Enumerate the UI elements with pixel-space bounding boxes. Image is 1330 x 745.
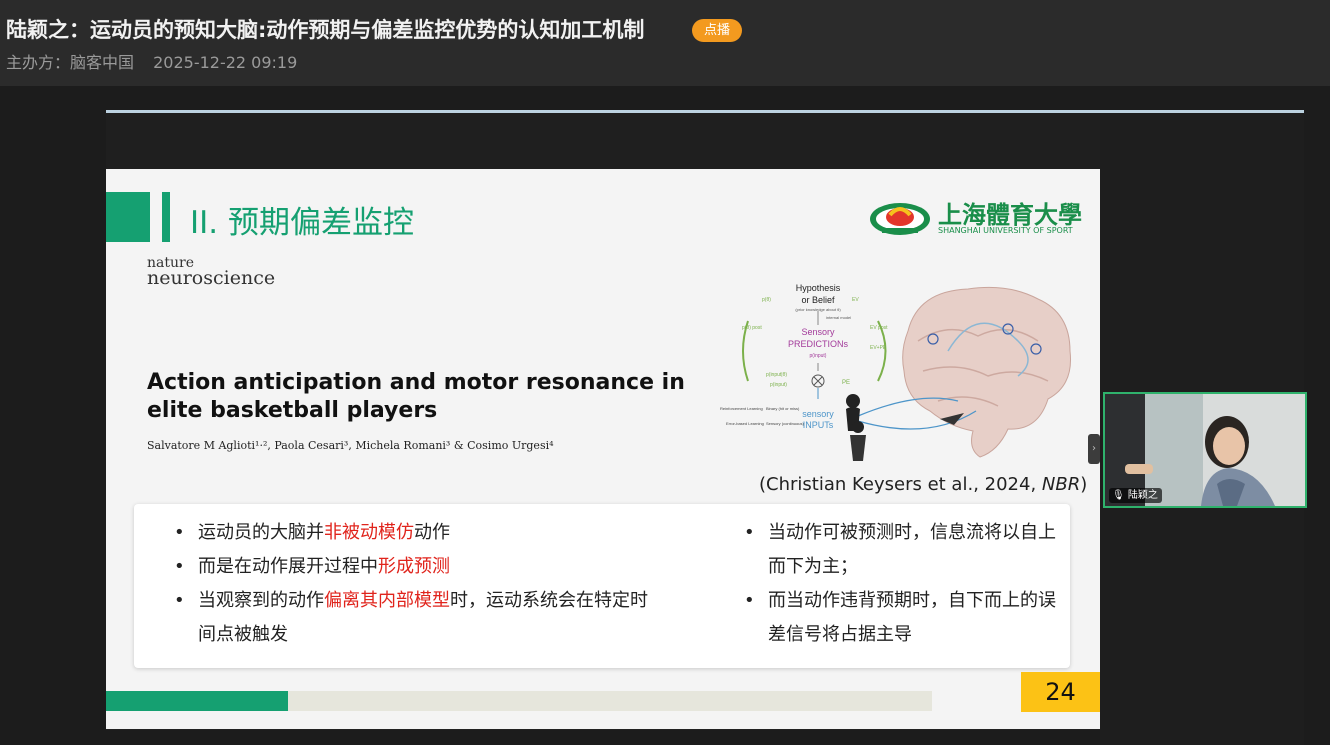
- participant-video-tile[interactable]: 🎙 陆颖之: [1103, 392, 1307, 508]
- figure-sensory-inputs-label: sensory: [802, 409, 834, 419]
- logo-english-text: SHANGHAI UNIVERSITY OF SPORT: [938, 226, 1073, 235]
- stream-datetime: 2025-12-22 09:19: [153, 53, 298, 72]
- title-accent-block: [106, 192, 150, 242]
- figure-pinput-bottom-label: p(input): [770, 382, 787, 388]
- bullet-item: 当观察到的动作偏离其内部模型时，运动系统会在特定时间点被触发: [174, 584, 648, 652]
- bullets-right: 当动作可被预测时，信息流将以自上而下为主； 而当动作违背预期时，自下而上的误差信…: [744, 516, 1060, 652]
- figure-evpost-label: EV post: [870, 325, 888, 331]
- figure-pe-label: PE: [842, 380, 850, 386]
- figure-sensory-label: Sensory: [801, 327, 835, 337]
- stream-meta: 主办方：脑客中国 2025-12-22 09:19: [6, 49, 311, 73]
- observer-silhouette-icon: [846, 394, 860, 408]
- slide-progress-track: [288, 691, 932, 711]
- university-emblem-icon: [870, 203, 930, 235]
- bullets-left: 运动员的大脑并非被动模仿动作 而是在动作展开过程中形成预测 当观察到的动作偏离其…: [174, 516, 660, 652]
- title-accent-bar: [162, 192, 170, 242]
- slide-page-number: 24: [1021, 672, 1100, 712]
- figure-ptheta-label: p(θ): [762, 297, 771, 303]
- figure-evpe-label: EV+PE: [870, 345, 887, 351]
- journal-line-2: neuroscience: [147, 267, 276, 289]
- figure-prior-label: (prior knowledge about θ): [795, 307, 841, 312]
- bullet-item: 当动作可被预测时，信息流将以自上而下为主；: [744, 516, 1060, 584]
- paper-authors: Salvatore M Aglioti¹·², Paola Cesari³, M…: [147, 439, 554, 452]
- predictive-coding-figure: Hypothesis or Belief (prior knowledge ab…: [720, 283, 1072, 461]
- replay-badge: 点播: [692, 19, 742, 42]
- figure-sensory-cont-label: Sensory (continuous): [766, 421, 804, 426]
- participant-name: 陆颖之: [1127, 490, 1158, 501]
- university-logo: 上海體育大學 SHANGHAI UNIVERSITY OF SPORT: [868, 197, 1082, 237]
- figure-reinforcement-label: Reinforcement Learning: [720, 406, 763, 411]
- microphone-icon: 🎙: [1112, 490, 1125, 501]
- figure-hypothesis-label: Hypothesis: [796, 283, 841, 293]
- figure-pthetapost-label: p(θ) post: [742, 325, 762, 331]
- basketball-player-icon: [852, 421, 864, 433]
- figure-pinputtheta-label: p(input|θ): [766, 372, 787, 378]
- brain-illustration: [902, 286, 1072, 458]
- stream-title: 陆颖之：运动员的预知大脑:动作预期与偏差监控优势的认知加工机制: [6, 18, 645, 42]
- journal-logo: nature neuroscience: [147, 256, 276, 289]
- presentation-slide: II. 预期偏差监控 上海體育大學 SHANGHAI UNIVERSITY OF…: [106, 169, 1100, 729]
- slide-top-band: [106, 113, 1100, 169]
- collapse-panel-toggle[interactable]: ›: [1088, 434, 1100, 464]
- figure-ev-label: EV: [852, 297, 859, 303]
- paper-title: Action anticipation and motor resonance …: [147, 370, 685, 423]
- figure-inputs-label: INPUTs: [803, 420, 834, 430]
- citation-journal: NBR: [1041, 474, 1081, 495]
- figure-pinput-label: p(input): [810, 353, 827, 359]
- figure-binary-label: Binary (hit or miss): [766, 406, 800, 411]
- slide-section-title: II. 预期偏差监控: [190, 205, 414, 241]
- figure-citation: (Christian Keysers et al., 2024, NBR): [759, 474, 1087, 495]
- citation-suffix: ): [1080, 474, 1088, 495]
- figure-predictions-label: PREDICTIONs: [788, 339, 849, 349]
- organizer-label: 主办方：脑客中国: [6, 53, 135, 72]
- slide-progress-fill: [106, 691, 288, 711]
- bullet-item: 运动员的大脑并非被动模仿动作: [174, 516, 660, 550]
- bullet-item: 而当动作违背预期时，自下而上的误差信号将占据主导: [744, 584, 1060, 652]
- logo-chinese-text: 上海體育大學: [938, 200, 1082, 229]
- key-points-box: 运动员的大脑并非被动模仿动作 而是在动作展开过程中形成预测 当观察到的动作偏离其…: [134, 504, 1070, 668]
- citation-prefix: (Christian Keysers et al., 2024,: [759, 474, 1042, 495]
- figure-belief-label: or Belief: [801, 295, 835, 305]
- top-bar: 陆颖之：运动员的预知大脑:动作预期与偏差监控优势的认知加工机制 点播 主办方：脑…: [0, 0, 1330, 86]
- figure-internal-model-label: internal model: [826, 315, 851, 320]
- participant-name-tag: 🎙 陆颖之: [1109, 488, 1162, 503]
- figure-errorbased-label: Error-based Learning: [726, 421, 764, 426]
- bullet-item: 而是在动作展开过程中形成预测: [174, 550, 660, 584]
